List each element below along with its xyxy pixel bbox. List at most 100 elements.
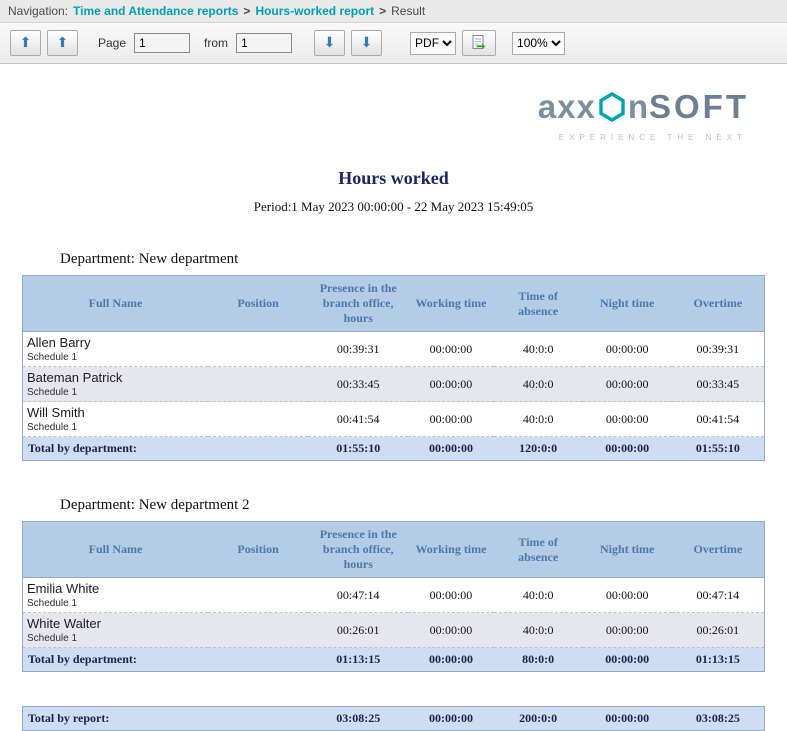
last-page-button[interactable]: ⬇: [351, 30, 382, 56]
breadcrumb-label: Navigation:: [8, 4, 68, 18]
cell-night: 00:00:00: [583, 367, 672, 402]
export-document-icon: [470, 34, 488, 52]
cell-night: 00:00:00: [583, 437, 672, 461]
report-total-row: Total by report:03:08:2500:00:00200:0:00…: [23, 707, 765, 731]
cell-night: 00:00:00: [583, 648, 672, 672]
employee-cell: Allen BarrySchedule 1: [23, 332, 209, 367]
employee-cell: Will Smith Schedule 1: [23, 402, 209, 437]
total-label: Total by department:: [23, 648, 209, 672]
breadcrumb-current: Result: [391, 4, 425, 18]
cell-overtime: 01:13:15: [672, 648, 765, 672]
next-page-button[interactable]: ⬇: [314, 30, 345, 56]
table-row: White WalterSchedule 100:26:0100:00:0040…: [23, 613, 765, 648]
column-header: Working time: [408, 522, 493, 578]
breadcrumb: Navigation: Time and Attendance reports …: [0, 0, 787, 23]
employee-name: Allen Barry: [27, 335, 204, 350]
column-header: Overtime: [672, 276, 765, 332]
first-page-button[interactable]: ⬆: [10, 30, 41, 56]
cell-position: [208, 648, 308, 672]
logo-text-soft: SOFT: [649, 90, 749, 123]
export-button[interactable]: [462, 30, 496, 56]
cell-presence: 00:41:54: [308, 402, 408, 437]
department-total-row: Total by department:01:55:1000:00:00120:…: [23, 437, 765, 461]
column-header: Night time: [583, 522, 672, 578]
page-total-input[interactable]: [236, 33, 292, 53]
cell-night: 00:00:00: [583, 578, 672, 613]
cell-position: [208, 332, 308, 367]
page-label: Page: [98, 36, 126, 50]
cell-overtime: 00:33:45: [672, 367, 765, 402]
cell-working: 00:00:00: [408, 648, 493, 672]
table-header-row: Full NamePositionPresence in the branch …: [23, 276, 765, 332]
breadcrumb-link-hours-worked[interactable]: Hours-worked report: [255, 4, 374, 18]
axxonsoft-logo: axx n SOFT EXPERIENCE THE NEXT: [0, 90, 749, 142]
employee-schedule: Schedule 1: [27, 422, 204, 433]
cell-presence: 03:08:25: [308, 707, 408, 731]
department-heading: Department: New department: [60, 251, 787, 268]
total-label: Total by department:: [23, 437, 209, 461]
cell-working: 00:00:00: [408, 437, 493, 461]
from-label: from: [204, 36, 228, 50]
column-header: Presence in the branch office, hours: [308, 276, 408, 332]
zoom-select[interactable]: 100%: [512, 32, 565, 55]
previous-page-button[interactable]: ⬆: [47, 30, 78, 56]
report-viewport: axx n SOFT EXPERIENCE THE NEXT Hours wor…: [0, 64, 787, 731]
cell-presence: 00:39:31: [308, 332, 408, 367]
column-header: Time of absence: [494, 276, 583, 332]
column-header: Overtime: [672, 522, 765, 578]
logo-text-n: n: [628, 90, 649, 123]
column-header: Position: [208, 522, 308, 578]
cell-overtime: 00:41:54: [672, 402, 765, 437]
department-section: Department: New department Full NamePosit…: [0, 251, 787, 461]
cell-overtime: 03:08:25: [672, 707, 765, 731]
department-heading: Department: New department 2: [60, 497, 787, 514]
employee-name: White Walter: [27, 616, 204, 631]
cell-position: [208, 402, 308, 437]
breadcrumb-separator: >: [243, 4, 250, 18]
logo-text-axx: axx: [538, 90, 596, 123]
cell-absence: 80:0:0: [494, 648, 583, 672]
cell-presence: 00:47:14: [308, 578, 408, 613]
cell-working: 00:00:00: [408, 613, 493, 648]
hours-worked-table: Full NamePositionPresence in the branch …: [22, 521, 765, 672]
employee-name: Will Smith: [27, 405, 204, 420]
table-row: Bateman PatrickSchedule 1 00:33:4500:00:0…: [23, 367, 765, 402]
column-header: Full Name: [23, 276, 209, 332]
cell-overtime: 00:39:31: [672, 332, 765, 367]
cell-presence: 00:26:01: [308, 613, 408, 648]
cell-night: 00:00:00: [583, 402, 672, 437]
cell-overtime: 01:55:10: [672, 437, 765, 461]
arrow-down-icon: ⬇: [324, 36, 336, 50]
hexagon-icon: [597, 91, 627, 123]
table-row: Allen BarrySchedule 100:39:3100:00:0040:…: [23, 332, 765, 367]
column-header: Position: [208, 276, 308, 332]
report-tables: Department: New departmentFull NamePosit…: [0, 251, 787, 731]
breadcrumb-link-reports[interactable]: Time and Attendance reports: [73, 4, 238, 18]
cell-night: 00:00:00: [583, 707, 672, 731]
cell-overtime: 00:47:14: [672, 578, 765, 613]
export-format-select[interactable]: PDF: [410, 32, 456, 55]
table-row: Will SmithSchedule 100:41:5400:00:0040:0…: [23, 402, 765, 437]
arrow-down-icon: ⬇: [361, 36, 373, 50]
table-row: Emilia WhiteSchedule 100:47:1400:00:0040…: [23, 578, 765, 613]
cell-position: [208, 437, 308, 461]
cell-position: [208, 578, 308, 613]
report-toolbar: ⬆ ⬆ Page from ⬇ ⬇ PDF 100%: [0, 23, 787, 64]
cell-working: 00:00:00: [408, 707, 493, 731]
department-total-row: Total by department:01:13:1500:00:0080:0…: [23, 648, 765, 672]
cell-position: [208, 613, 308, 648]
column-header: Presence in the branch office, hours: [308, 522, 408, 578]
cell-position: [208, 367, 308, 402]
cell-absence: 120:0:0: [494, 437, 583, 461]
cell-night: 00:00:00: [583, 332, 672, 367]
cell-working: 00:00:00: [408, 332, 493, 367]
department-section: Department: New department 2 Full NamePos…: [0, 497, 787, 672]
page-number-input[interactable]: [134, 33, 190, 53]
cell-night: 00:00:00: [583, 613, 672, 648]
employee-cell: Bateman PatrickSchedule 1: [23, 367, 209, 402]
cell-absence: 40:0:0: [494, 332, 583, 367]
cell-working: 00:00:00: [408, 402, 493, 437]
column-header: Night time: [583, 276, 672, 332]
cell-absence: 40:0:0: [494, 613, 583, 648]
employee-name: Emilia White: [27, 581, 204, 596]
